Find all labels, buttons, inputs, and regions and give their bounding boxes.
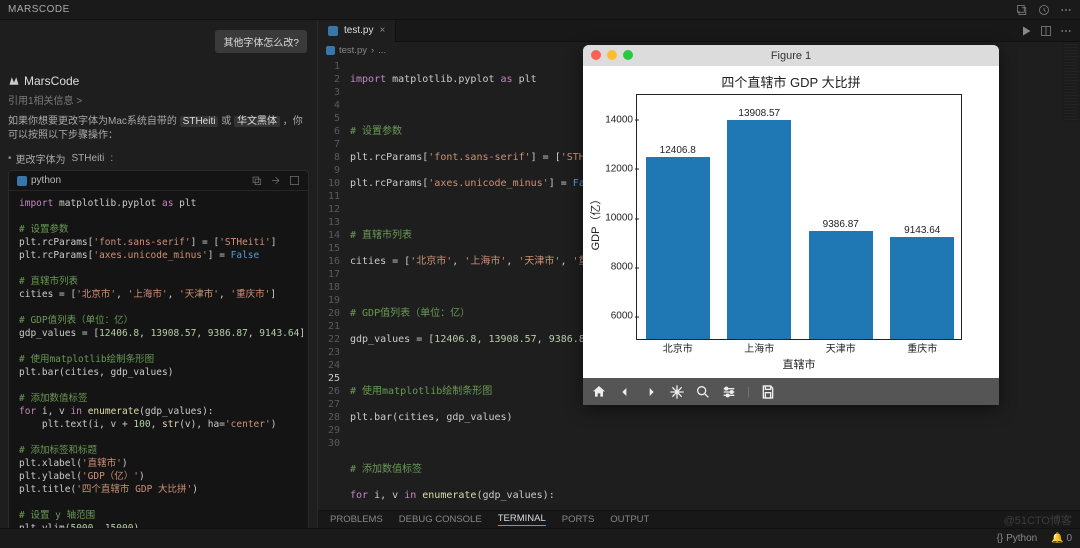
x-tick: 天津市 xyxy=(826,340,856,355)
pan-icon[interactable] xyxy=(669,384,685,400)
y-tick: 14000 xyxy=(593,114,633,125)
home-icon[interactable] xyxy=(591,384,607,400)
bullet-stheiti: 更改字体为 STHeiti : xyxy=(8,151,309,166)
panel-tab-terminal[interactable]: TERMINAL xyxy=(498,513,546,526)
status-notifications[interactable]: 🔔 0 xyxy=(1051,533,1072,544)
panel-tab-debug-console[interactable]: DEBUG CONSOLE xyxy=(399,514,482,525)
minimize-window-icon[interactable] xyxy=(607,50,617,60)
lang-badge: python xyxy=(17,175,61,186)
bar-label: 13908.57 xyxy=(738,108,780,119)
user-chip: 其他字体怎么改? xyxy=(215,30,307,53)
plot-toolbar: | xyxy=(583,378,999,405)
assistant-heading: MarsCode xyxy=(8,74,309,88)
title-bar: MARSCODE xyxy=(0,0,1080,20)
more-icon[interactable] xyxy=(1060,25,1072,37)
minimap[interactable] xyxy=(1062,42,1080,122)
line-gutter: 1234567891011121314151617181920212223242… xyxy=(318,58,346,528)
panel-tab-problems[interactable]: PROBLEMS xyxy=(330,514,383,525)
tab-bar: test.py × xyxy=(318,20,1080,42)
history-icon[interactable] xyxy=(1038,4,1050,16)
python-icon xyxy=(328,26,338,36)
x-tick: 上海市 xyxy=(744,340,774,355)
panel-tab-output[interactable]: OUTPUT xyxy=(610,514,649,525)
panel-tabs: PROBLEMS DEBUG CONSOLE TERMINAL PORTS OUTPUT xyxy=(318,510,1080,528)
forward-icon[interactable] xyxy=(643,384,659,400)
y-tick: 10000 xyxy=(593,213,633,224)
bar-label: 9386.87 xyxy=(823,219,859,230)
bar xyxy=(809,231,873,339)
window-title: Figure 1 xyxy=(771,50,811,62)
x-tick: 重庆市 xyxy=(907,340,937,355)
panel-tab-ports[interactable]: PORTS xyxy=(562,514,595,525)
watermark: @51CTO博客 xyxy=(1004,512,1072,528)
configure-icon[interactable] xyxy=(721,384,737,400)
y-tick: 8000 xyxy=(593,262,633,273)
close-window-icon[interactable] xyxy=(591,50,601,60)
more-icon[interactable] xyxy=(1060,4,1072,16)
editor-panel: test.py × test.py›... 123456789101112131… xyxy=(318,20,1080,528)
tab-testpy[interactable]: test.py × xyxy=(318,20,396,42)
window-titlebar[interactable]: Figure 1 xyxy=(583,45,999,66)
code-body[interactable]: import matplotlib.pyplot as plt # 设置参数 p… xyxy=(9,191,308,528)
bar xyxy=(890,237,954,339)
code-block-1: python import matplotlib.pyplot as plt #… xyxy=(8,170,309,528)
close-icon[interactable]: × xyxy=(379,25,385,36)
insert-icon[interactable] xyxy=(270,175,281,186)
app-title: MARSCODE xyxy=(8,4,70,15)
plot-canvas: 四个直辖市 GDP 大比拼 GDP（亿） 6000800010000120001… xyxy=(583,66,999,378)
bar-label: 9143.64 xyxy=(904,225,940,236)
bar xyxy=(727,120,791,339)
status-bar: {} Python 🔔 0 xyxy=(0,528,1080,548)
y-tick: 6000 xyxy=(593,311,633,322)
axes: 60008000100001200014000北京市12406.8上海市1390… xyxy=(636,94,962,340)
chat-panel: 其他字体怎么改? MarsCode 引用1相关信息 > 如果你想要更改字体为Ma… xyxy=(0,20,318,528)
bar xyxy=(646,157,710,339)
zoom-window-icon[interactable] xyxy=(623,50,633,60)
reference-note[interactable]: 引用1相关信息 > xyxy=(8,92,309,107)
run-icon[interactable] xyxy=(1020,25,1032,37)
status-language[interactable]: {} Python xyxy=(997,533,1038,544)
assistant-paragraph: 如果你想要更改字体为Mac系统自带的 STHeiti 或 华文黑体 ，你可以按照… xyxy=(8,115,309,143)
back-icon[interactable] xyxy=(617,384,633,400)
x-axis-label: 直辖市 xyxy=(636,356,962,372)
matplotlib-window[interactable]: Figure 1 四个直辖市 GDP 大比拼 GDP（亿） 6000800010… xyxy=(583,45,999,405)
chart-title: 四个直辖市 GDP 大比拼 xyxy=(583,72,999,91)
apply-icon[interactable] xyxy=(289,175,300,186)
y-tick: 12000 xyxy=(593,163,633,174)
copy-icon[interactable] xyxy=(251,175,262,186)
bar-label: 12406.8 xyxy=(660,145,696,156)
zoom-icon[interactable] xyxy=(695,384,711,400)
x-tick: 北京市 xyxy=(663,340,693,355)
save-icon[interactable] xyxy=(760,384,776,400)
split-icon[interactable] xyxy=(1040,25,1052,37)
new-icon[interactable] xyxy=(1016,4,1028,16)
